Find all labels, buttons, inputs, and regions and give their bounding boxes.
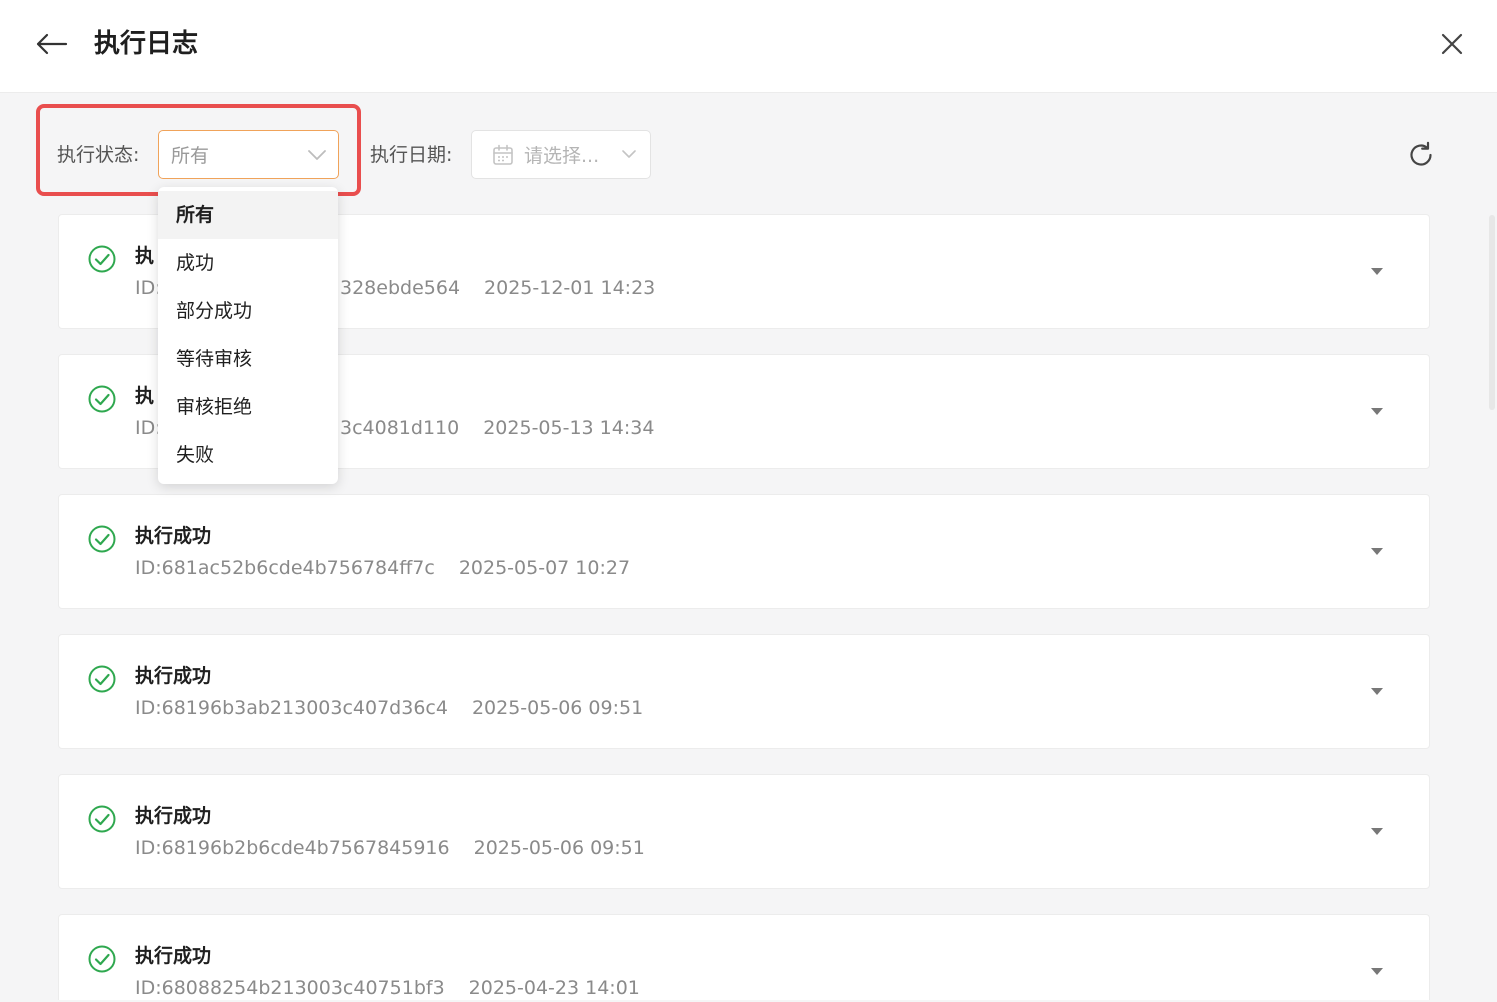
caret-down-icon <box>1371 828 1383 835</box>
log-meta: ID:68196b3ab213003c407d36c4 2025-05-06 09… <box>135 694 643 722</box>
log-time: 2025-05-06 09:51 <box>471 697 644 719</box>
log-time: 2025-05-13 14:34 <box>483 417 655 439</box>
back-button[interactable] <box>30 26 72 62</box>
date-filter-label: 执行日期: <box>370 144 453 166</box>
scrollbar[interactable] <box>1489 215 1495 410</box>
close-button[interactable] <box>1432 26 1472 62</box>
log-meta: ID:68196b2b6cde4b7567845916 2025-05-06 09… <box>135 834 645 862</box>
header-bar: 执行日志 <box>0 0 1497 93</box>
log-time: 2025-05-07 10:27 <box>458 557 631 579</box>
log-title: 执行成功 <box>135 945 212 967</box>
check-circle-icon <box>88 525 116 553</box>
close-icon <box>1441 33 1463 55</box>
log-title: 执行成功 <box>135 525 212 547</box>
expand-button[interactable] <box>1363 961 1391 983</box>
log-id: ID:68196b2b6cde4b7567845916 <box>135 837 450 859</box>
log-id: ID:68088254b213003c40751bf3 <box>135 977 445 999</box>
dropdown-option-review-rejected[interactable]: 审核拒绝 <box>158 383 338 431</box>
log-card[interactable]: 执行成功 ID:68196b2b6cde4b7567845916 2025-05-… <box>58 774 1430 889</box>
refresh-button[interactable] <box>1402 136 1440 174</box>
log-time: 2025-12-01 14:23 <box>484 277 656 299</box>
log-meta-tail: 328ebde564 2025-12-01 14:23 <box>340 274 655 302</box>
log-id-tail: 3c4081d110 <box>340 417 460 439</box>
log-card[interactable]: 执行成功 ID:681ac52b6cde4b756784ff7c 2025-05-… <box>58 494 1430 609</box>
log-id: ID:68196b3ab213003c407d36c4 <box>135 697 448 719</box>
caret-down-icon <box>1371 548 1383 555</box>
log-card[interactable]: 执行成功 ID:68196b3ab213003c407d36c4 2025-05-… <box>58 634 1430 749</box>
date-picker-placeholder: 请选择... <box>524 145 600 167</box>
caret-down-icon <box>1371 968 1383 975</box>
log-title: 执 <box>135 385 155 407</box>
check-circle-icon <box>88 945 116 973</box>
page-title: 执行日志 <box>94 29 199 59</box>
dropdown-option-partial-success[interactable]: 部分成功 <box>158 287 338 335</box>
dropdown-option-all[interactable]: 所有 <box>158 191 338 239</box>
dropdown-option-failed[interactable]: 失败 <box>158 431 338 479</box>
log-time: 2025-04-23 14:01 <box>468 977 640 999</box>
chevron-down-icon <box>622 150 636 158</box>
calendar-icon <box>493 144 513 165</box>
log-meta: ID:68088254b213003c40751bf3 2025-04-23 14… <box>135 974 640 1002</box>
log-title: 执行成功 <box>135 805 212 827</box>
log-time: 2025-05-06 09:51 <box>473 837 645 859</box>
log-card[interactable]: 执行成功 ID:68088254b213003c40751bf3 2025-04-… <box>58 914 1430 1000</box>
log-meta: ID:681ac52b6cde4b756784ff7c 2025-05-07 10… <box>135 554 630 582</box>
expand-button[interactable] <box>1363 401 1391 423</box>
caret-down-icon <box>1371 268 1383 275</box>
refresh-icon <box>1410 141 1432 166</box>
date-picker[interactable]: 请选择... <box>471 130 651 179</box>
expand-button[interactable] <box>1363 261 1391 283</box>
dropdown-option-success[interactable]: 成功 <box>158 239 338 287</box>
log-meta-tail: 3c4081d110 2025-05-13 14:34 <box>340 414 654 442</box>
check-circle-icon <box>88 245 116 273</box>
expand-button[interactable] <box>1363 541 1391 563</box>
expand-button[interactable] <box>1363 681 1391 703</box>
check-circle-icon <box>88 665 116 693</box>
log-title: 执 <box>135 245 155 267</box>
log-title: 执行成功 <box>135 665 212 687</box>
caret-down-icon <box>1371 408 1383 415</box>
status-dropdown: 所有 成功 部分成功 等待审核 审核拒绝 失败 <box>158 187 338 484</box>
dropdown-option-pending-review[interactable]: 等待审核 <box>158 335 338 383</box>
arrow-left-icon <box>36 33 68 55</box>
check-circle-icon <box>88 385 116 413</box>
status-filter-highlight <box>36 104 361 196</box>
caret-down-icon <box>1371 688 1383 695</box>
check-circle-icon <box>88 805 116 833</box>
expand-button[interactable] <box>1363 821 1391 843</box>
log-id-tail: 328ebde564 <box>340 277 461 299</box>
log-id: ID:681ac52b6cde4b756784ff7c <box>135 557 435 579</box>
